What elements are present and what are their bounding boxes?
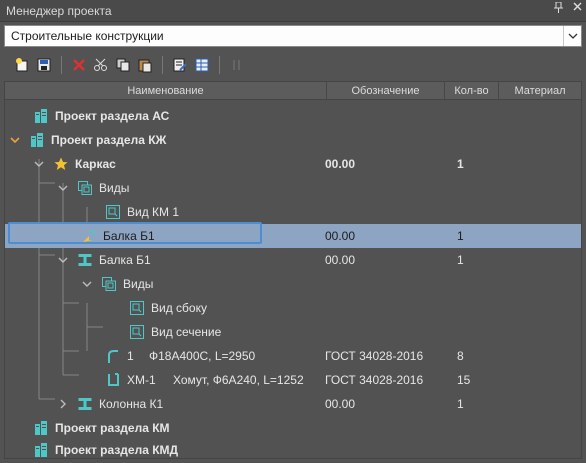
col-header-material[interactable]: Материал	[499, 82, 581, 99]
project-type-select[interactable]: Строительные конструкции	[4, 25, 582, 47]
row-name: Проект раздела АС	[55, 109, 170, 123]
row-name: Балка Б1	[99, 253, 151, 267]
row-name: Проект раздела КМ	[55, 421, 170, 435]
view-icon	[129, 300, 145, 316]
col-header-designation[interactable]: Обозначение	[327, 82, 445, 99]
row-position: ХМ-1	[127, 373, 156, 387]
tree-row[interactable]: Проект раздела КМД	[5, 438, 581, 462]
cut-icon[interactable]	[91, 55, 111, 75]
star-icon	[53, 156, 69, 172]
row-designation: 00.00	[325, 157, 356, 171]
tree-row[interactable]: Каркас 00.00 1	[5, 152, 581, 176]
table-icon[interactable]	[192, 55, 212, 75]
chevron-down-icon[interactable]	[9, 134, 21, 146]
tree-row[interactable]: Вид КМ 1	[5, 200, 581, 224]
toolbar-separator	[219, 56, 220, 74]
row-name: Виды	[123, 277, 154, 291]
column-icon	[77, 396, 93, 412]
tree-row[interactable]: Проект раздела КМ	[5, 416, 581, 440]
chevron-down-icon[interactable]	[57, 254, 69, 266]
save-icon[interactable]	[34, 55, 54, 75]
row-name: Вид сбоку	[151, 301, 207, 315]
row-designation: 00.00	[325, 229, 356, 243]
col-header-quantity[interactable]: Кол-во	[445, 82, 499, 99]
chevron-down-icon[interactable]	[33, 158, 45, 170]
row-quantity: 1	[457, 229, 464, 243]
toolbar	[0, 52, 586, 78]
views-folder-icon	[101, 276, 117, 292]
row-designation: ГОСТ 34028-2016	[325, 349, 424, 363]
row-name: Виды	[99, 181, 130, 195]
tree-row[interactable]: Вид сбоку	[5, 296, 581, 320]
copy-icon[interactable]	[113, 55, 133, 75]
chevron-down-icon[interactable]	[563, 26, 581, 46]
row-name: Проект раздела КМД	[55, 443, 179, 457]
chevron-down-icon[interactable]	[57, 182, 69, 194]
tree-row[interactable]: Балка Б1 00.00 1	[5, 248, 581, 272]
row-name: Хомут, Ф6А240, L=1252	[173, 373, 304, 387]
building-icon	[33, 108, 49, 124]
tree-row[interactable]: 1 Ф18А400С, L=2950 ГОСТ 34028-2016 8	[5, 344, 581, 368]
col-header-name[interactable]: Наименование	[5, 82, 327, 99]
panel-titlebar: Менеджер проекта	[0, 0, 586, 22]
row-quantity: 1	[457, 157, 464, 171]
focus-outline	[8, 222, 262, 244]
building-icon	[29, 132, 45, 148]
beam-icon	[77, 252, 93, 268]
tree-row[interactable]: Проект раздела АС	[5, 104, 581, 128]
row-designation: 00.00	[325, 253, 356, 267]
panel-title: Менеджер проекта	[6, 3, 112, 18]
row-quantity: 15	[457, 373, 471, 387]
delete-icon[interactable]	[69, 55, 89, 75]
view-icon	[105, 204, 121, 220]
tree-row[interactable]: Проект раздела КЖ	[5, 128, 581, 152]
row-designation: ГОСТ 34028-2016	[325, 373, 424, 387]
row-name: Проект раздела КЖ	[51, 133, 167, 147]
new-item-icon[interactable]	[12, 55, 32, 75]
project-type-value: Строительные конструкции	[11, 29, 164, 43]
chevron-down-icon[interactable]	[81, 278, 93, 290]
row-quantity: 1	[457, 253, 464, 267]
row-designation: 00.00	[325, 397, 356, 411]
close-icon[interactable]	[573, 2, 582, 16]
row-quantity: 8	[457, 349, 464, 363]
rebar-icon	[105, 348, 121, 364]
building-icon	[33, 420, 49, 436]
tree-row[interactable]: Колонна К1 00.00 1	[5, 392, 581, 416]
tree-row[interactable]: Виды	[5, 272, 581, 296]
row-quantity: 1	[457, 397, 464, 411]
project-tree-grid: Наименование Обозначение Кол-во Материал…	[4, 81, 582, 459]
building-icon	[33, 442, 49, 458]
grid-header: Наименование Обозначение Кол-во Материал	[5, 82, 581, 100]
sort-icon[interactable]	[227, 55, 247, 75]
toolbar-separator	[61, 56, 62, 74]
row-position: 1	[127, 349, 134, 363]
tree-row[interactable]: Вид сечение	[5, 320, 581, 344]
row-name: Каркас	[75, 157, 116, 171]
view-icon	[129, 324, 145, 340]
paste-icon[interactable]	[135, 55, 155, 75]
stirrup-icon	[105, 372, 121, 388]
row-name: Ф18А400С, L=2950	[149, 349, 256, 363]
toolbar-separator	[162, 56, 163, 74]
pin-icon[interactable]	[554, 1, 563, 16]
views-folder-icon	[77, 180, 93, 196]
tree-row[interactable]: Виды	[5, 176, 581, 200]
row-name: Колонна К1	[99, 397, 164, 411]
row-name: Вид КМ 1	[127, 205, 180, 219]
chevron-right-icon[interactable]	[57, 398, 69, 410]
row-name: Вид сечение	[151, 325, 222, 339]
properties-icon[interactable]	[170, 55, 190, 75]
tree-row[interactable]: ХМ-1 Хомут, Ф6А240, L=1252 ГОСТ 34028-20…	[5, 368, 581, 392]
